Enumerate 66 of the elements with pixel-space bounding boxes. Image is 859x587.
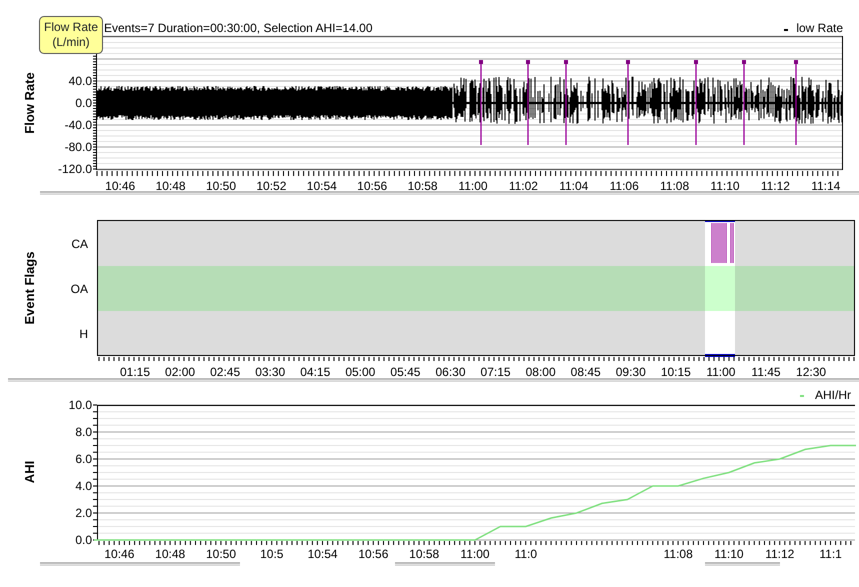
x-tick-label: 11:02 — [508, 179, 538, 193]
x-tick-label: 11:08 — [664, 547, 693, 561]
y-tick-label: 40.0 — [68, 74, 92, 88]
x-tick-label: 10:46 — [104, 547, 134, 561]
x-tick-label: 11:14 — [811, 179, 840, 193]
x-tick-label: 10:48 — [156, 179, 186, 193]
x-tick-label: 02:45 — [210, 365, 240, 379]
row-label: H — [79, 327, 88, 341]
x-tick-label: 11:10 — [710, 179, 740, 193]
x-tick-label: 10:54 — [308, 547, 338, 561]
legend-label: AHI/Hr — [815, 388, 851, 402]
x-tick-label: 01:15 — [120, 365, 150, 379]
legend-label: low Rate — [796, 21, 843, 35]
y-tick-label: 8.0 — [75, 425, 92, 439]
event-ticks-drawing — [712, 222, 734, 264]
x-tick-label: 10:48 — [155, 547, 186, 561]
x-tick-label: 10:46 — [105, 179, 136, 193]
x-tick-label: 11:0 — [514, 547, 538, 561]
x-tick-label: 11:00 — [706, 365, 736, 379]
x-tick-label: 11:45 — [751, 365, 781, 379]
x-tick-label: 09:30 — [616, 365, 646, 379]
row-label: CA — [71, 237, 88, 251]
x-tick-label: 06:30 — [435, 365, 466, 379]
x-tick-label: 07:15 — [480, 365, 511, 379]
axis-title: Event Flags — [22, 252, 37, 324]
y-tick-label: 6.0 — [75, 452, 92, 466]
x-tick-label: 12:30 — [796, 365, 826, 379]
x-tick-label: 11:06 — [610, 179, 639, 193]
x-tick-label: 10:56 — [358, 547, 388, 561]
x-tick-label: 05:45 — [390, 365, 420, 379]
x-tick-label: 10:58 — [408, 179, 438, 193]
x-tick-label: 11:12 — [765, 547, 794, 561]
y-tick-label: 0.0 — [75, 533, 92, 547]
y-tick-label: 4.0 — [75, 479, 92, 493]
x-tick-label: 10:5 — [260, 547, 284, 561]
x-tick-label: 05:00 — [345, 365, 376, 379]
x-tick-label: 08:45 — [570, 365, 601, 379]
row-label: OA — [70, 282, 88, 296]
status-text: Events=7 Duration=00:30:00, Selection AHI=14.00 — [104, 21, 373, 35]
x-tick-label: 11:10 — [714, 547, 744, 561]
y-tick-label: -40.0 — [64, 118, 92, 132]
axis-title: Flow Rate — [22, 72, 37, 134]
x-tick-label: 11:00 — [460, 547, 490, 561]
y-tick-label: 0.0 — [75, 96, 92, 110]
axis-title: AHI — [22, 460, 37, 484]
x-tick-label: 10:56 — [357, 179, 388, 193]
x-tick-label: 11:00 — [458, 179, 488, 193]
x-tick-label: 10:50 — [206, 179, 236, 193]
x-tick-label: 10:15 — [660, 365, 691, 379]
x-tick-label: 10:58 — [409, 547, 440, 561]
y-tick-label: -80.0 — [64, 140, 92, 154]
x-tick-label: 04:15 — [300, 365, 330, 379]
x-tick-label: 10:52 — [256, 179, 286, 193]
x-tick-label: 02:00 — [165, 365, 196, 379]
y-tick-label: 2.0 — [75, 506, 92, 520]
x-tick-label: 10:50 — [206, 547, 236, 561]
x-tick-label: 08:00 — [526, 365, 556, 379]
x-tick-label: 03:30 — [255, 365, 286, 379]
x-tick-label: 11:12 — [760, 179, 790, 193]
y-tick-label: -120.0 — [58, 162, 92, 176]
x-tick-label: 10:54 — [306, 179, 337, 193]
x-tick-label: 11:1 — [819, 547, 842, 561]
x-tick-label: 11:08 — [660, 179, 690, 193]
y-tick-label: 10.0 — [68, 398, 92, 412]
tooltip: Flow Rate (L/min) — [39, 16, 103, 54]
x-tick-label: 11:04 — [559, 179, 588, 193]
